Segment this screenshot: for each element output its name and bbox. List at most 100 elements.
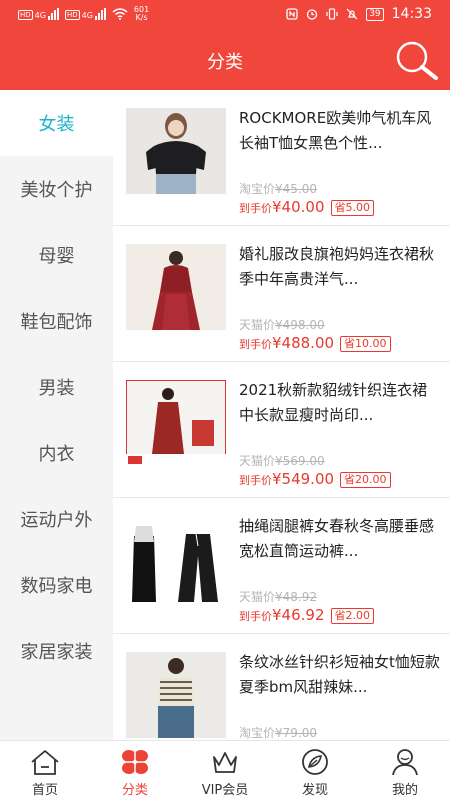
net-speed-unit: K/s bbox=[135, 13, 148, 22]
sidebar-item-electronics[interactable]: 数码家电 bbox=[0, 552, 113, 618]
product-image bbox=[126, 244, 226, 330]
profile-icon bbox=[392, 749, 418, 776]
savings-value: 2.00 bbox=[345, 609, 371, 622]
product-card[interactable]: ROCKMORE欧美帅气机车风长袖T恤女黑色个性... 淘宝价¥45.00 到手… bbox=[113, 90, 450, 226]
network-label-2: 4G bbox=[81, 11, 93, 20]
savings-label: 省 bbox=[334, 201, 346, 214]
mute-icon bbox=[346, 8, 358, 20]
product-card[interactable]: 2021秋新款貂绒针织连衣裙中长款显瘦时尚印... 天猫价¥569.00 到手价… bbox=[113, 362, 450, 498]
product-image bbox=[126, 652, 226, 738]
original-price: 天猫价¥48.92 bbox=[239, 588, 317, 605]
sidebar-item-label: 内衣 bbox=[38, 444, 75, 465]
product-title: 婚礼服改良旗袍妈妈连衣裙秋季中年高贵洋气... bbox=[239, 245, 435, 288]
bottom-nav: 首页 分类 VIP会员 发现 我的 bbox=[0, 740, 450, 800]
final-price-value: ¥46.92 bbox=[272, 606, 325, 624]
savings-label: 省 bbox=[344, 473, 356, 486]
signal-bars-icon bbox=[94, 8, 106, 20]
battery-indicator: 39 bbox=[366, 7, 384, 21]
product-image bbox=[126, 516, 226, 602]
tab-label: VIP会员 bbox=[201, 783, 249, 798]
tab-label: 分类 bbox=[121, 783, 148, 798]
product-list: ROCKMORE欧美帅气机车风长袖T恤女黑色个性... 淘宝价¥45.00 到手… bbox=[113, 90, 450, 740]
tab-label: 首页 bbox=[31, 783, 58, 798]
savings-value: 10.00 bbox=[355, 337, 387, 350]
sidebar-item-shoes-bags[interactable]: 鞋包配饰 bbox=[0, 288, 113, 354]
final-price: 到手价¥46.92 省2.00 bbox=[239, 606, 374, 624]
product-title: 抽绳阔腿裤女春秋冬高腰垂感宽松直筒运动裤... bbox=[239, 517, 435, 560]
sidebar-item-beauty[interactable]: 美妆个护 bbox=[0, 156, 113, 222]
sidebar-item-women[interactable]: 女装 bbox=[0, 90, 113, 156]
hd-badge: HD bbox=[64, 10, 80, 20]
category-sidebar: 女装 美妆个护 母婴 鞋包配饰 男装 内衣 运动户外 数码家电 家居家装 bbox=[0, 90, 113, 740]
original-price: 天猫价¥498.00 bbox=[239, 316, 325, 333]
savings-badge: 省2.00 bbox=[330, 608, 374, 624]
sidebar-item-sports[interactable]: 运动户外 bbox=[0, 486, 113, 552]
sidebar-item-underwear[interactable]: 内衣 bbox=[0, 420, 113, 486]
tab-discover[interactable]: 发现 bbox=[270, 741, 360, 800]
savings-label: 省 bbox=[344, 337, 356, 350]
app-header: HD 4G HD 4G 601 K/s 39 14:33 分类 bbox=[0, 0, 450, 90]
final-price-label: 到手价 bbox=[239, 202, 272, 215]
nfc-icon bbox=[286, 8, 298, 20]
tab-label: 发现 bbox=[301, 783, 328, 798]
product-title: ROCKMORE欧美帅气机车风长袖T恤女黑色个性... bbox=[239, 109, 432, 152]
signal-group-1: HD 4G bbox=[18, 8, 59, 20]
savings-badge: 省5.00 bbox=[330, 200, 374, 216]
final-price-value: ¥549.00 bbox=[272, 470, 335, 488]
signal-group-2: HD 4G bbox=[64, 8, 106, 20]
savings-value: 20.00 bbox=[355, 473, 387, 486]
product-card[interactable]: 婚礼服改良旗袍妈妈连衣裙秋季中年高贵洋气... 天猫价¥498.00 到手价¥4… bbox=[113, 226, 450, 362]
sidebar-item-baby[interactable]: 母婴 bbox=[0, 222, 113, 288]
product-card[interactable]: 抽绳阔腿裤女春秋冬高腰垂感宽松直筒运动裤... 天猫价¥48.92 到手价¥46… bbox=[113, 498, 450, 634]
final-price: 到手价¥549.00 省20.00 bbox=[239, 470, 391, 488]
final-price-label: 到手价 bbox=[239, 610, 272, 623]
status-bar: HD 4G HD 4G 601 K/s 39 14:33 bbox=[0, 0, 450, 30]
net-speed: 601 K/s bbox=[134, 6, 149, 22]
sidebar-item-home[interactable]: 家居家装 bbox=[0, 618, 113, 684]
savings-badge: 省10.00 bbox=[340, 336, 391, 352]
product-title: 条纹冰丝针织衫短袖女t恤短款夏季bm风甜辣妹... bbox=[239, 653, 440, 696]
sidebar-item-label: 运动户外 bbox=[20, 510, 93, 531]
original-price-label: 淘宝价 bbox=[239, 182, 276, 196]
category-page: HD 4G HD 4G 601 K/s 39 14:33 分类 女装 美妆个护 … bbox=[0, 0, 450, 800]
original-price: 淘宝价¥79.00 bbox=[239, 724, 317, 740]
final-price-label: 到手价 bbox=[239, 338, 272, 351]
tab-category[interactable]: 分类 bbox=[90, 741, 180, 800]
tab-profile[interactable]: 我的 bbox=[360, 741, 450, 800]
original-price-value: ¥498.00 bbox=[275, 318, 325, 332]
status-time: 14:33 bbox=[391, 6, 432, 22]
original-price-label: 天猫价 bbox=[239, 590, 276, 604]
original-price-value: ¥79.00 bbox=[275, 726, 318, 740]
savings-badge: 省20.00 bbox=[340, 472, 391, 488]
sidebar-item-label: 美妆个护 bbox=[20, 180, 93, 201]
original-price-value: ¥45.00 bbox=[275, 182, 318, 196]
alarm-icon bbox=[307, 9, 318, 20]
tab-home[interactable]: 首页 bbox=[0, 741, 90, 800]
wifi-icon bbox=[112, 8, 128, 20]
final-price: 到手价¥488.00 省10.00 bbox=[239, 334, 391, 352]
savings-value: 5.00 bbox=[345, 201, 371, 214]
tab-vip[interactable]: VIP会员 bbox=[180, 741, 270, 800]
hd-badge: HD bbox=[18, 10, 33, 20]
final-price: 到手价¥40.00 省5.00 bbox=[239, 198, 374, 216]
sidebar-item-men[interactable]: 男装 bbox=[0, 354, 113, 420]
network-label-1: 4G bbox=[34, 11, 46, 20]
product-card[interactable]: 条纹冰丝针织衫短袖女t恤短款夏季bm风甜辣妹... 淘宝价¥79.00 bbox=[113, 634, 450, 740]
signal-bars-icon bbox=[47, 8, 59, 20]
crown-icon bbox=[213, 752, 237, 773]
original-price-label: 天猫价 bbox=[239, 454, 276, 468]
original-price-label: 淘宝价 bbox=[239, 726, 276, 740]
sidebar-item-label: 数码家电 bbox=[20, 576, 93, 597]
search-icon bbox=[396, 41, 438, 80]
sidebar-item-label: 家居家装 bbox=[20, 642, 93, 663]
search-button[interactable] bbox=[392, 38, 440, 82]
final-price-value: ¥40.00 bbox=[272, 198, 325, 216]
discover-icon bbox=[302, 749, 328, 775]
final-price-value: ¥488.00 bbox=[272, 334, 335, 352]
sidebar-item-label: 鞋包配饰 bbox=[20, 312, 93, 333]
vibrate-icon bbox=[326, 8, 338, 20]
category-icon bbox=[122, 750, 148, 774]
savings-label: 省 bbox=[334, 609, 346, 622]
original-price: 淘宝价¥45.00 bbox=[239, 180, 317, 197]
product-image bbox=[126, 380, 226, 466]
